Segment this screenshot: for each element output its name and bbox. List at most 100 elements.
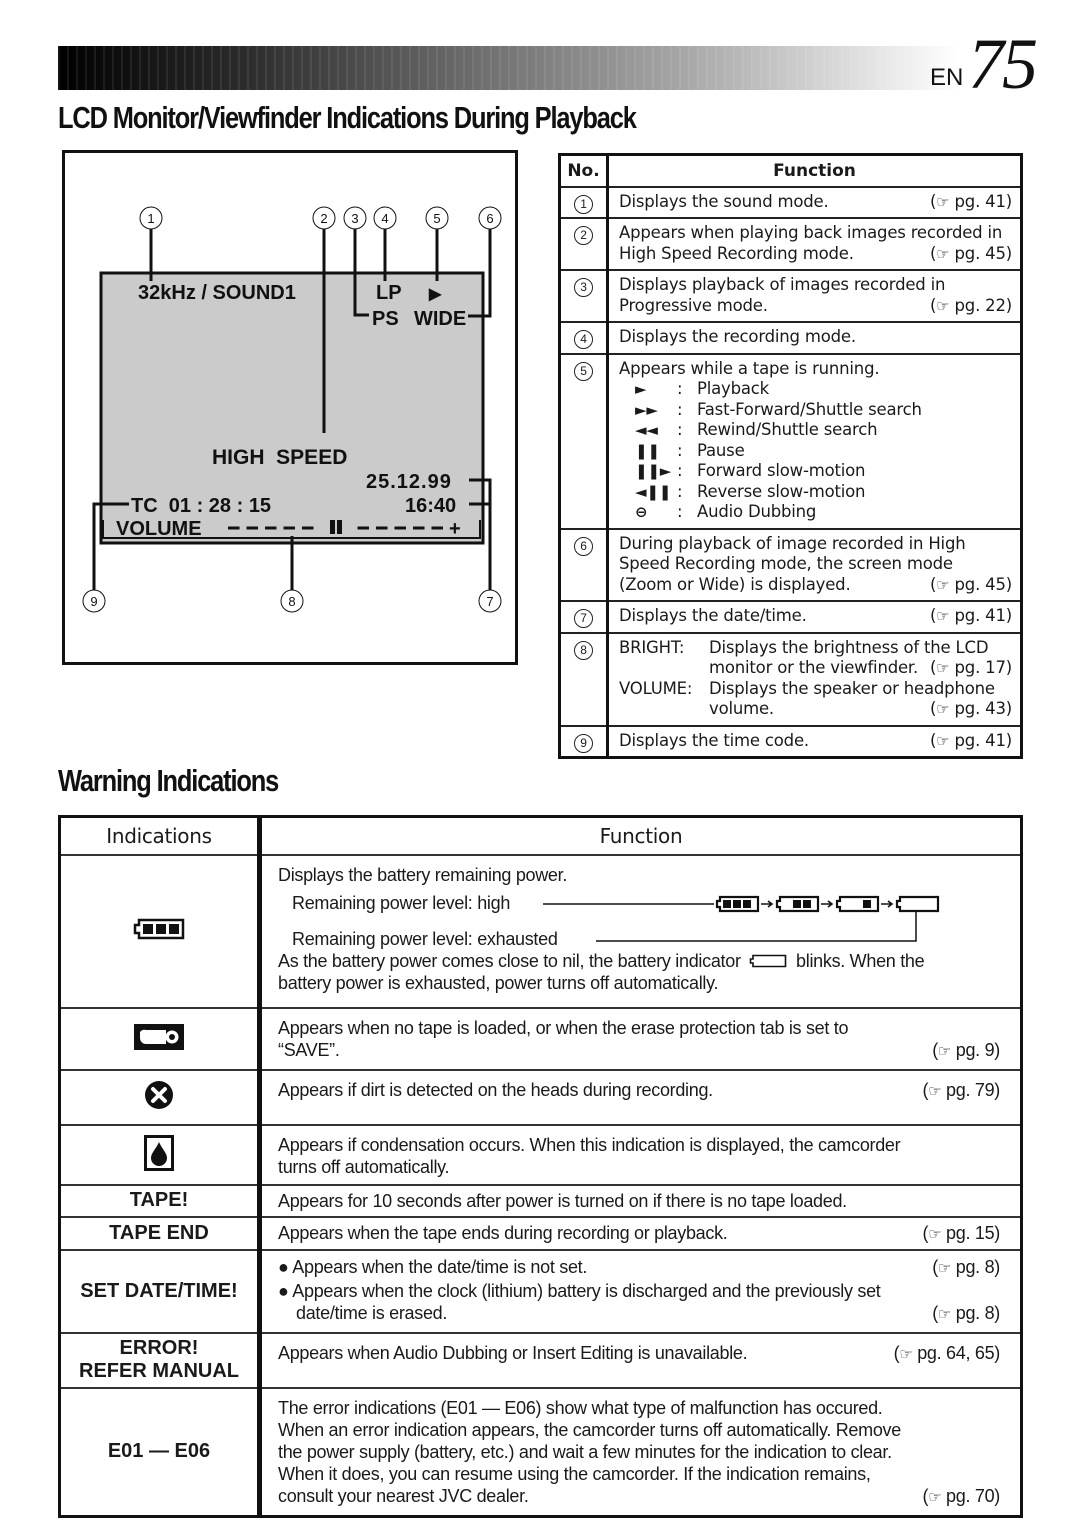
warning-row-tape: Appears when no tape is loaded, or when …: [59, 1006, 1022, 1070]
warning-row-battery: Displays the battery remaining power. Re…: [59, 853, 1022, 1008]
function-text: During playback of image recorded in Hig…: [607, 527, 1022, 601]
function-row-4: 4 Displays the recording mode.: [559, 321, 1022, 354]
function-text: Displays the sound mode. (☞ pg. 41): [607, 185, 1022, 218]
circled-number: 8: [574, 640, 593, 660]
function-row-1: 1 Displays the sound mode. (☞ pg. 41): [559, 185, 1022, 218]
circled-number: 6: [574, 536, 593, 556]
page-reference: (☞ pg. 43): [929, 699, 1012, 718]
warning-row-set-date: SET DATE/TIME! ● Appears when the date/t…: [59, 1248, 1022, 1333]
hand-pointer-icon: ☞: [899, 1345, 913, 1363]
indication-label: E01 — E06: [59, 1386, 262, 1516]
page-number: 75: [968, 24, 1038, 104]
head-cleaning-icon: [145, 1081, 173, 1109]
callout-8: 8: [280, 589, 304, 613]
battery-empty-icon: [750, 954, 787, 967]
function-row-3: 3 Displays playback of images recorded in…: [559, 269, 1022, 322]
function-row-6: 6 During playback of image recorded in Hi…: [559, 527, 1022, 601]
function-row-5: 5 Appears while a tape is running. ►: Playb…: [559, 352, 1022, 529]
callout-1: 1: [139, 206, 163, 230]
circled-number: 3: [574, 278, 593, 297]
row-number: 7: [559, 600, 609, 633]
function-row-7: 7 Displays the date/time. (☞ pg. 41): [559, 600, 1022, 633]
indication-cell: [59, 1123, 262, 1185]
circled-number: 2: [574, 226, 593, 245]
page-reference: (☞ pg. 41): [929, 191, 1012, 211]
symbol-row: ❚❚: Pause: [619, 441, 1012, 462]
hand-pointer-icon: ☞: [928, 1082, 942, 1100]
callout-2: 2: [312, 206, 336, 230]
row-number: 4: [559, 321, 609, 354]
page-reference: (☞ pg. 17): [929, 658, 1012, 677]
row-number: 3: [559, 269, 609, 322]
page-reference: (☞ pg. 41): [929, 730, 1012, 750]
circled-number: 1: [574, 194, 593, 214]
symbol-row: ◄◄: Rewind/Shuttle search: [619, 420, 1012, 441]
page-reference: (☞ pg. 8): [932, 1302, 1000, 1323]
indication-label: TAPE END: [59, 1215, 262, 1250]
date-readout: 25.12.99: [366, 471, 452, 493]
battery-note-line2: battery power is exhausted, power turns …: [278, 972, 719, 993]
warning-row-e01-e06: E01 — E06 The error indications (E01 — E…: [59, 1386, 1022, 1516]
callout-3: 3: [343, 206, 367, 230]
svg-text:1: 1: [147, 211, 154, 226]
warning-table-header: Indications Function: [59, 816, 1022, 855]
circled-number: 9: [574, 733, 593, 753]
function-text: Displays the recording mode.: [607, 321, 1022, 354]
page-reference: (☞ pg. 45): [929, 574, 1012, 594]
page-reference: (☞ pg. 64, 65): [893, 1342, 1001, 1363]
forward-slow-icon: ❚❚►: [635, 462, 672, 480]
symbol-row: ❚❚►: Forward slow-motion: [619, 461, 1012, 482]
hand-pointer-icon: ☞: [936, 731, 950, 750]
function-text: Displays the time code. (☞ pg. 41): [607, 724, 1022, 758]
battery-two-thirds-icon: [775, 895, 820, 912]
page-reference: (☞ pg. 22): [929, 295, 1012, 315]
volume-plus-icon: +: [449, 518, 461, 540]
rec-mode-readout: LP: [376, 282, 402, 304]
page-reference: (☞ pg. 79): [922, 1079, 1000, 1100]
condensation-drop-icon: [144, 1134, 174, 1171]
svg-text:8: 8: [288, 594, 295, 609]
arrow-right-icon: [881, 899, 894, 908]
battery-sequence: [543, 895, 940, 942]
circled-number: 5: [574, 361, 593, 381]
section-title-lcd: LCD Monitor/Viewfinder Indications Durin…: [58, 100, 637, 135]
row-number: 9: [559, 724, 609, 758]
entry-key: VOLUME:: [619, 678, 693, 698]
play-icon: ▶: [428, 286, 442, 303]
section-title-warning: Warning Indications: [58, 763, 279, 798]
function-text: Displays playback of images recorded in P…: [607, 269, 1022, 322]
callout-6: 6: [478, 206, 502, 230]
volume-label: VOLUME: [116, 518, 202, 540]
lcd-diagram: 1 2 3 4 5 6 9 8 7 32kHz / SOUND1 LP ▶ PS…: [62, 150, 518, 665]
indication-cell: [59, 853, 262, 1008]
row-number: 8: [559, 631, 609, 726]
page-reference: (☞ pg. 8): [932, 1256, 1000, 1277]
hand-pointer-icon: ☞: [928, 1488, 942, 1506]
function-cell: Appears when Audio Dubbing or Insert Edi…: [259, 1331, 1022, 1388]
pause-icon: ❚❚: [635, 441, 660, 460]
screen-mode-readout: WIDE: [414, 308, 466, 330]
hand-pointer-icon: ☞: [937, 1305, 952, 1323]
function-cell: Appears if condensation occurs. When thi…: [259, 1123, 1022, 1185]
callout-4: 4: [373, 206, 397, 230]
hand-pointer-icon: ☞: [936, 296, 950, 315]
svg-text:4: 4: [381, 211, 388, 226]
page-reference: (☞ pg. 41): [929, 606, 1012, 625]
reverse-slow-icon: ◄❚❚: [635, 482, 672, 501]
warning-row-tape-end: TAPE END Appears when the tape ends duri…: [59, 1215, 1022, 1250]
function-cell: Appears if dirt is detected on the heads…: [259, 1068, 1022, 1125]
rewind-icon: ◄◄: [635, 421, 658, 439]
battery-full-icon: [715, 895, 760, 912]
svg-text:9: 9: [90, 594, 97, 609]
symbol-row: ►►: Fast-Forward/Shuttle search: [619, 400, 1012, 421]
symbol-row: ◄❚❚: Reverse slow-motion: [619, 482, 1012, 503]
header-indications: Indications: [59, 816, 262, 855]
callout-5: 5: [425, 206, 449, 230]
hand-pointer-icon: ☞: [936, 192, 950, 211]
warning-row-error: ERROR! REFER MANUAL Appears when Audio D…: [59, 1331, 1022, 1388]
svg-text:2: 2: [320, 211, 327, 226]
warning-row-condensation: Appears if condensation occurs. When thi…: [59, 1123, 1022, 1185]
lcd-diagram-svg: 1 2 3 4 5 6 9 8 7 32kHz / SOUND1 LP ▶ PS…: [82, 206, 502, 613]
arrow-right-icon: [821, 899, 834, 908]
function-cell: Appears when the tape ends during record…: [259, 1215, 1022, 1250]
